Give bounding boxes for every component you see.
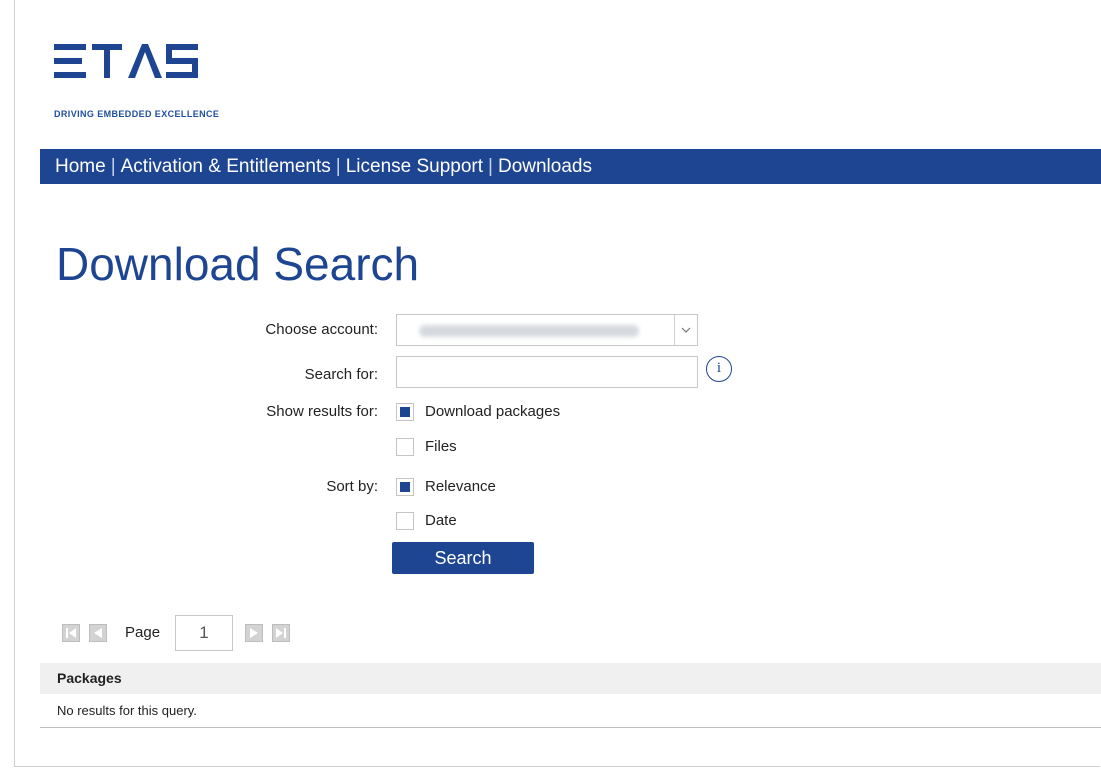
page-label: Page [125,624,161,641]
prev-page-icon[interactable] [89,624,107,642]
nav-separator: | [110,156,116,177]
search-button[interactable]: Search [392,542,534,574]
no-results-message: No results for this query. [40,694,1101,728]
nav-downloads[interactable]: Downloads [498,156,592,177]
download-packages-label[interactable]: Download packages [425,403,560,420]
chevron-down-icon[interactable] [674,315,697,345]
search-label: Search for: [304,366,378,383]
nav-activation-entitlements[interactable]: Activation & Entitlements [121,156,331,177]
etas-logo[interactable] [54,42,204,87]
first-page-icon[interactable] [62,624,80,642]
checkbox-checked-mark [400,407,410,417]
last-page-icon[interactable] [272,624,290,642]
date-checkbox[interactable] [396,512,414,530]
account-select[interactable] [396,314,698,346]
files-label[interactable]: Files [425,438,457,455]
main-nav: Home | Activation & Entitlements | License S… [40,149,1101,184]
search-input[interactable] [396,356,698,388]
next-page-icon[interactable] [245,624,263,642]
account-label: Choose account: [265,321,378,338]
relevance-label[interactable]: Relevance [425,478,496,495]
nav-home[interactable]: Home [55,156,106,177]
download-packages-checkbox[interactable] [396,403,414,421]
info-icon[interactable]: i [706,356,732,382]
nav-separator: | [335,156,341,177]
sort-by-label: Sort by: [326,478,378,495]
relevance-checkbox[interactable] [396,478,414,496]
files-checkbox[interactable] [396,438,414,456]
nav-license-support[interactable]: License Support [346,156,483,177]
date-label[interactable]: Date [425,512,457,529]
page-number-input[interactable]: 1 [175,615,233,651]
checkbox-checked-mark [400,482,410,492]
account-value-obscured [419,325,639,337]
packages-table-header: Packages [40,663,1101,694]
nav-separator: | [488,156,493,177]
show-results-label: Show results for: [266,403,378,420]
page-title: Download Search [56,238,420,290]
brand-tagline: DRIVING EMBEDDED EXCELLENCE [54,109,220,119]
